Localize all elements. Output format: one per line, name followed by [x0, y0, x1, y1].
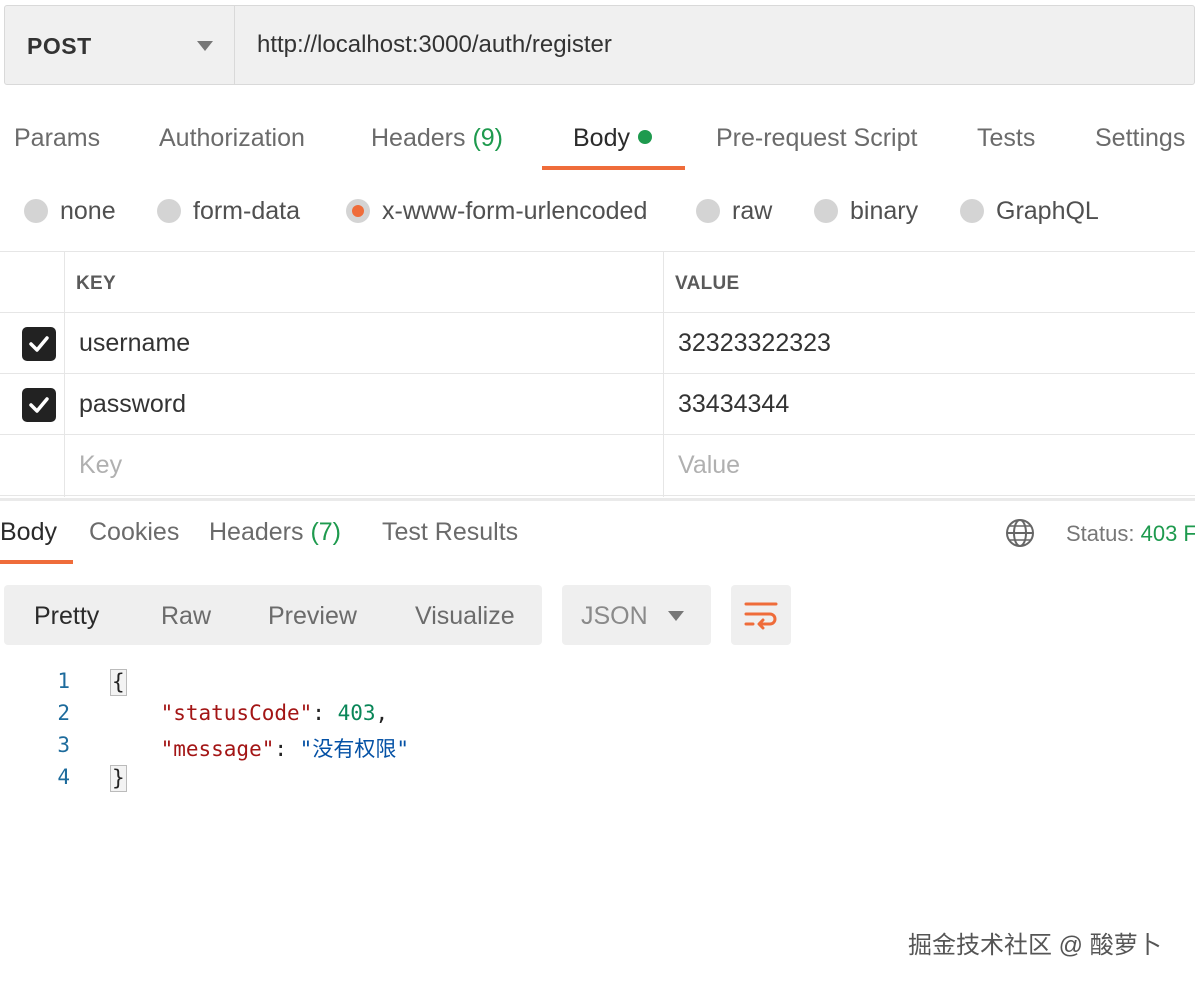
radio-label: form-data: [193, 197, 300, 225]
tab-label: Tests: [977, 124, 1036, 152]
chevron-down-icon: [197, 41, 213, 51]
open-brace: {: [110, 669, 127, 696]
row-checkbox[interactable]: [22, 388, 56, 422]
tab-label: Test Results: [382, 518, 519, 546]
tab-pre-request-script[interactable]: Pre-request Script: [716, 124, 917, 153]
column-divider[interactable]: [663, 252, 664, 497]
chevron-down-icon: [668, 611, 684, 621]
params-table: KEY VALUE username 32323322323 password …: [0, 251, 1195, 497]
table-header-row: KEY VALUE: [0, 252, 1195, 313]
value-cell[interactable]: 32323322323: [678, 329, 831, 358]
value-cell[interactable]: 33434344: [678, 390, 789, 419]
tab-authorization[interactable]: Authorization: [159, 124, 305, 153]
headers-count: (9): [472, 124, 504, 152]
response-body-editor[interactable]: 1 { 2 "statusCode": 403, 3 "message": "没…: [0, 665, 1195, 805]
column-header-value: VALUE: [675, 273, 740, 294]
json-comma: ,: [375, 701, 389, 725]
value-input[interactable]: Value: [678, 451, 740, 480]
table-row-new: Key Value: [0, 435, 1195, 496]
tab-label: Cookies: [89, 518, 180, 546]
line-number: 1: [57, 669, 70, 693]
code-line: 4 }: [0, 761, 1195, 793]
tab-tests[interactable]: Tests: [977, 124, 1035, 153]
wrap-lines-icon: [744, 602, 778, 630]
tab-label: Headers: [209, 518, 304, 546]
json-key: "statusCode": [160, 701, 313, 725]
tab-label: Headers: [371, 124, 466, 152]
close-brace: }: [110, 765, 127, 792]
active-tab-indicator: [0, 560, 73, 564]
line-number: 3: [57, 733, 70, 757]
radio-circle: [960, 199, 984, 223]
radio-circle: [696, 199, 720, 223]
headers-count: (7): [310, 518, 342, 546]
json-key: "message": [160, 737, 275, 761]
method-label: POST: [27, 33, 92, 59]
tab-label: Body: [573, 124, 630, 152]
tab-label: Authorization: [159, 124, 305, 152]
view-visualize-button[interactable]: Visualize: [415, 602, 515, 631]
format-select[interactable]: JSON: [562, 585, 711, 645]
wrap-lines-button[interactable]: [731, 585, 791, 645]
radio-circle-selected: [346, 199, 370, 223]
response-tab-headers[interactable]: Headers (7): [209, 518, 341, 547]
json-string: "没有权限": [299, 737, 409, 761]
response-tab-test-results[interactable]: Test Results: [382, 518, 518, 547]
key-cell[interactable]: password: [79, 390, 186, 419]
code-line: 2 "statusCode": 403,: [0, 697, 1195, 729]
line-number: 4: [57, 765, 70, 789]
view-preview-button[interactable]: Preview: [268, 602, 357, 631]
tab-settings[interactable]: Settings: [1095, 124, 1185, 153]
radio-label: raw: [732, 197, 773, 225]
response-tab-body[interactable]: Body: [0, 518, 57, 547]
tab-label: Pre-request Script: [716, 124, 918, 152]
status-label: Status:: [1066, 521, 1135, 546]
row-checkbox[interactable]: [22, 327, 56, 361]
radio-label: binary: [850, 197, 919, 225]
tab-label: Settings: [1095, 124, 1186, 152]
view-mode-group: Pretty Raw Preview Visualize: [4, 585, 542, 645]
radio-label: x-www-form-urlencoded: [382, 197, 648, 225]
checkmark-icon: [29, 397, 49, 413]
key-input[interactable]: Key: [79, 451, 122, 480]
pane-resize-handle[interactable]: [0, 498, 1195, 501]
tab-params[interactable]: Params: [14, 124, 100, 153]
tab-label: Params: [14, 124, 101, 152]
tab-headers[interactable]: Headers (9): [371, 124, 503, 153]
key-cell[interactable]: username: [79, 329, 190, 358]
checkmark-icon: [29, 336, 49, 352]
code-line: 3 "message": "没有权限": [0, 729, 1195, 761]
column-header-key: KEY: [76, 273, 116, 294]
tab-body[interactable]: Body: [573, 124, 652, 153]
modified-dot-icon: [637, 130, 652, 144]
active-tab-indicator: [542, 166, 685, 170]
radio-label: GraphQL: [996, 197, 1099, 225]
table-row: username 32323322323: [0, 313, 1195, 374]
tab-label: Body: [0, 518, 57, 546]
url-input[interactable]: http://localhost:3000/auth/register: [257, 31, 612, 59]
code-line: 1 {: [0, 665, 1195, 697]
response-status: Status: 403 F: [1066, 521, 1195, 547]
json-number: 403: [337, 701, 376, 725]
view-raw-button[interactable]: Raw: [161, 602, 211, 631]
radio-circle: [24, 199, 48, 223]
line-number: 2: [57, 701, 70, 725]
watermark: 掘金技术社区 @ 酸萝卜: [908, 932, 1162, 959]
table-row: password 33434344: [0, 374, 1195, 435]
radio-label: none: [60, 197, 116, 225]
radio-circle: [157, 199, 181, 223]
request-bar: POST http://localhost:3000/auth/register: [4, 5, 1195, 85]
json-separator: :: [312, 701, 338, 725]
globe-icon[interactable]: [1005, 518, 1035, 548]
response-tab-cookies[interactable]: Cookies: [89, 518, 179, 547]
json-separator: :: [274, 737, 300, 761]
view-pretty-button[interactable]: Pretty: [34, 602, 99, 631]
radio-circle: [814, 199, 838, 223]
method-select[interactable]: POST: [5, 6, 235, 84]
format-label: JSON: [581, 602, 648, 630]
column-divider: [64, 252, 65, 497]
status-code[interactable]: 403 F: [1141, 521, 1195, 546]
